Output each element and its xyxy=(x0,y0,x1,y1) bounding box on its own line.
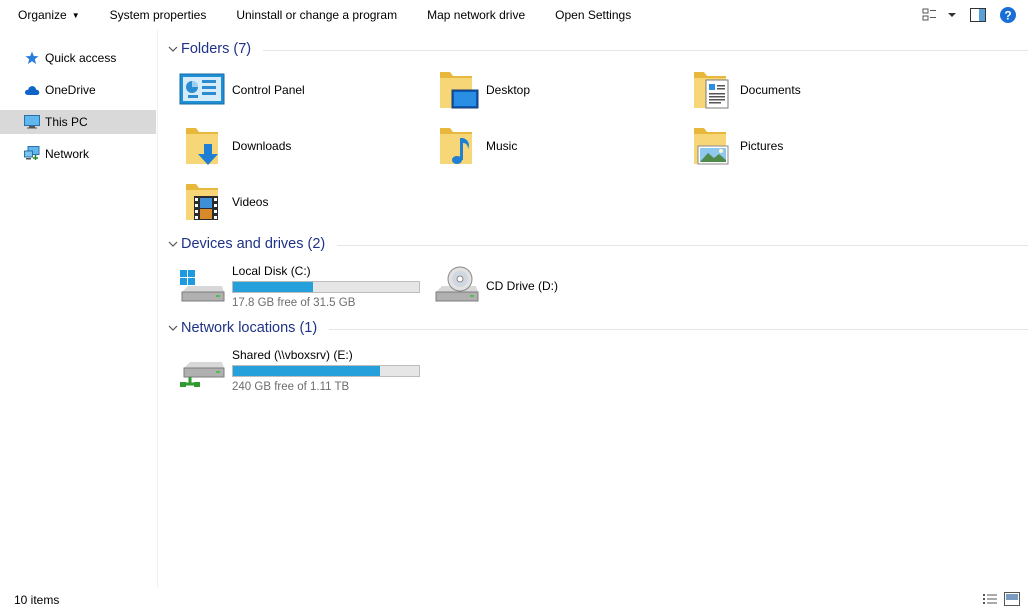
network-icon xyxy=(24,146,40,162)
change-view-button[interactable] xyxy=(922,8,956,22)
control-panel-icon xyxy=(178,66,226,114)
folder-tile-pictures[interactable]: Pictures xyxy=(686,122,926,170)
details-view-button[interactable] xyxy=(982,592,998,606)
drive-info: Local Disk (C:) 17.8 GB free of 31.5 GB xyxy=(232,264,420,309)
item-count: 10 items xyxy=(14,593,60,607)
chevron-down-icon: ▼ xyxy=(71,10,80,20)
navigation-pane: Quick access OneDrive This PC Network xyxy=(0,30,158,588)
group-header-devices[interactable]: Devices and drives (2) xyxy=(166,232,1028,256)
nav-item-label: OneDrive xyxy=(45,83,96,97)
group-divider xyxy=(337,244,1028,246)
preview-pane-button[interactable] xyxy=(970,8,986,22)
pictures-folder-icon xyxy=(686,122,734,170)
drive-free-space: 17.8 GB free of 31.5 GB xyxy=(232,296,356,309)
downloads-folder-icon xyxy=(178,122,226,170)
organize-button[interactable]: Organize ▼ xyxy=(0,0,95,30)
documents-folder-icon xyxy=(686,66,734,114)
svg-text:?: ? xyxy=(1004,9,1011,23)
folder-label: Downloads xyxy=(232,139,292,153)
drive-name: Local Disk (C:) xyxy=(232,263,311,278)
cloud-icon xyxy=(24,82,40,98)
folder-tile-desktop[interactable]: Desktop xyxy=(432,66,672,114)
desktop-folder-icon xyxy=(432,66,480,114)
nav-item-onedrive[interactable]: OneDrive xyxy=(0,78,156,102)
nav-item-network[interactable]: Network xyxy=(0,142,156,166)
preview-pane-icon xyxy=(970,8,986,22)
details-view-icon xyxy=(983,594,997,604)
help-icon: ? xyxy=(1000,7,1016,23)
chevron-down-icon xyxy=(166,321,180,335)
folder-label: Pictures xyxy=(740,139,784,153)
chevron-down-icon xyxy=(166,42,180,56)
nav-item-label: This PC xyxy=(45,115,88,129)
drive-tile-local-disk-c[interactable]: Local Disk (C:) 17.8 GB free of 31.5 GB xyxy=(178,258,438,314)
group-divider xyxy=(329,328,1028,330)
organize-label: Organize xyxy=(18,8,67,22)
drive-usage-fill xyxy=(233,281,313,292)
drive-info: Shared (\\vboxsrv) (E:) 240 GB free of 1… xyxy=(232,348,420,393)
view-toggle-group xyxy=(982,592,1020,606)
cd-drive-icon xyxy=(432,262,480,310)
command-bar: Organize ▼ System properties Uninstall o… xyxy=(0,0,1028,30)
nav-item-label: Network xyxy=(45,147,90,161)
folder-label: Documents xyxy=(740,83,801,97)
nav-item-this-pc[interactable]: This PC xyxy=(0,110,156,134)
help-button[interactable]: ? xyxy=(1000,7,1016,23)
uninstall-program-button[interactable]: Uninstall or change a program xyxy=(221,0,412,30)
folder-label: Desktop xyxy=(486,83,531,97)
group-title: Folders (7) xyxy=(181,41,252,57)
group-title: Network locations (1) xyxy=(181,320,318,336)
drive-info: CD Drive (D:) xyxy=(486,279,558,293)
folder-tile-documents[interactable]: Documents xyxy=(686,66,926,114)
drive-tile-cd-drive-d[interactable]: CD Drive (D:) xyxy=(432,258,692,314)
toolbar-right-controls: ? xyxy=(922,0,1016,30)
drive-usage-fill xyxy=(233,365,380,376)
computer-icon xyxy=(24,114,40,130)
status-bar: 10 items xyxy=(0,588,1028,612)
chevron-down-icon xyxy=(166,237,180,251)
group-header-network-locations[interactable]: Network locations (1) xyxy=(166,316,1028,340)
folder-label: Control Panel xyxy=(232,83,305,97)
drive-usage-bar xyxy=(232,280,420,293)
drive-free-space: 240 GB free of 1.11 TB xyxy=(232,380,350,393)
star-icon xyxy=(24,50,40,66)
music-folder-icon xyxy=(432,122,480,170)
drive-tile-shared-e[interactable]: Shared (\\vboxsrv) (E:) 240 GB free of 1… xyxy=(178,342,438,398)
nav-item-label: Quick access xyxy=(45,51,117,65)
map-network-drive-button[interactable]: Map network drive xyxy=(412,0,540,30)
system-properties-button[interactable]: System properties xyxy=(95,0,222,30)
drive-name: CD Drive (D:) xyxy=(486,279,558,293)
folder-tile-music[interactable]: Music xyxy=(432,122,672,170)
videos-folder-icon xyxy=(178,178,226,226)
folder-tile-control-panel[interactable]: Control Panel xyxy=(178,66,418,114)
local-disk-icon xyxy=(178,262,226,310)
drive-usage-bar xyxy=(232,364,420,377)
folder-label: Music xyxy=(486,139,518,153)
drive-name: Shared (\\vboxsrv) (E:) xyxy=(232,347,353,362)
large-icons-view-icon xyxy=(1004,592,1020,606)
group-header-folders[interactable]: Folders (7) xyxy=(166,37,1028,61)
folder-tile-videos[interactable]: Videos xyxy=(178,178,418,226)
open-settings-button[interactable]: Open Settings xyxy=(540,0,646,30)
folder-label: Videos xyxy=(232,195,269,209)
large-icons-view-button[interactable] xyxy=(1004,592,1020,606)
group-divider xyxy=(263,49,1028,51)
group-title: Devices and drives (2) xyxy=(181,236,326,252)
nav-item-quick-access[interactable]: Quick access xyxy=(0,46,156,70)
network-drive-icon xyxy=(178,346,226,394)
folder-tile-downloads[interactable]: Downloads xyxy=(178,122,418,170)
view-options-icon xyxy=(922,8,956,21)
content-pane: Folders (7) Control Panel Desktop Docume… xyxy=(160,30,1028,588)
